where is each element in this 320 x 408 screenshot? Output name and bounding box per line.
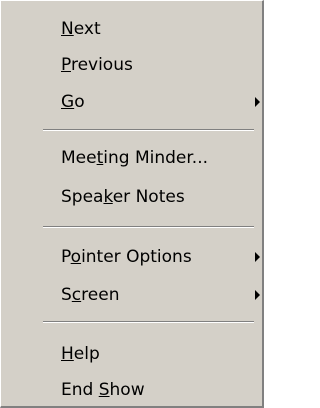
mnemonic: N [61,19,74,39]
mnemonic: o [70,247,82,267]
menu-item-label: Speaker Notes [61,187,185,207]
menu-item-screen[interactable]: Screen [1,280,262,310]
mnemonic: S [98,380,110,400]
mnemonic: c [71,285,82,305]
mnemonic: k [103,187,113,207]
menu-item-label: Help [61,344,100,364]
menu-item-label: Go [61,92,85,112]
menu-separator [43,226,254,228]
menu-item-label: Next [61,19,101,39]
menu-separator [43,321,254,323]
menu-item-label: Previous [61,55,133,75]
menu-item-next[interactable]: Next [1,14,262,44]
slide-show-context-menu: Next Previous Go Meeting Minder... Speak… [0,0,264,408]
menu-item-meeting-minder[interactable]: Meeting Minder... [1,143,262,173]
menu-item-label: Meeting Minder... [61,148,209,168]
chevron-right-icon [255,252,260,262]
menu-item-label: Pointer Options [61,247,192,267]
menu-item-go[interactable]: Go [1,87,262,117]
menu-item-label: End Show [61,380,145,400]
menu-item-previous[interactable]: Previous [1,50,262,80]
menu-item-pointer-options[interactable]: Pointer Options [1,242,262,272]
menu-item-end-show[interactable]: End Show [1,375,262,405]
chevron-right-icon [255,97,260,107]
menu-item-help[interactable]: Help [1,339,262,369]
menu-separator [43,129,254,131]
mnemonic: H [61,344,74,364]
menu-item-label: Screen [61,285,120,305]
mnemonic: P [61,55,71,75]
menu-item-speaker-notes[interactable]: Speaker Notes [1,182,262,212]
mnemonic: G [61,92,75,112]
chevron-right-icon [255,290,260,300]
